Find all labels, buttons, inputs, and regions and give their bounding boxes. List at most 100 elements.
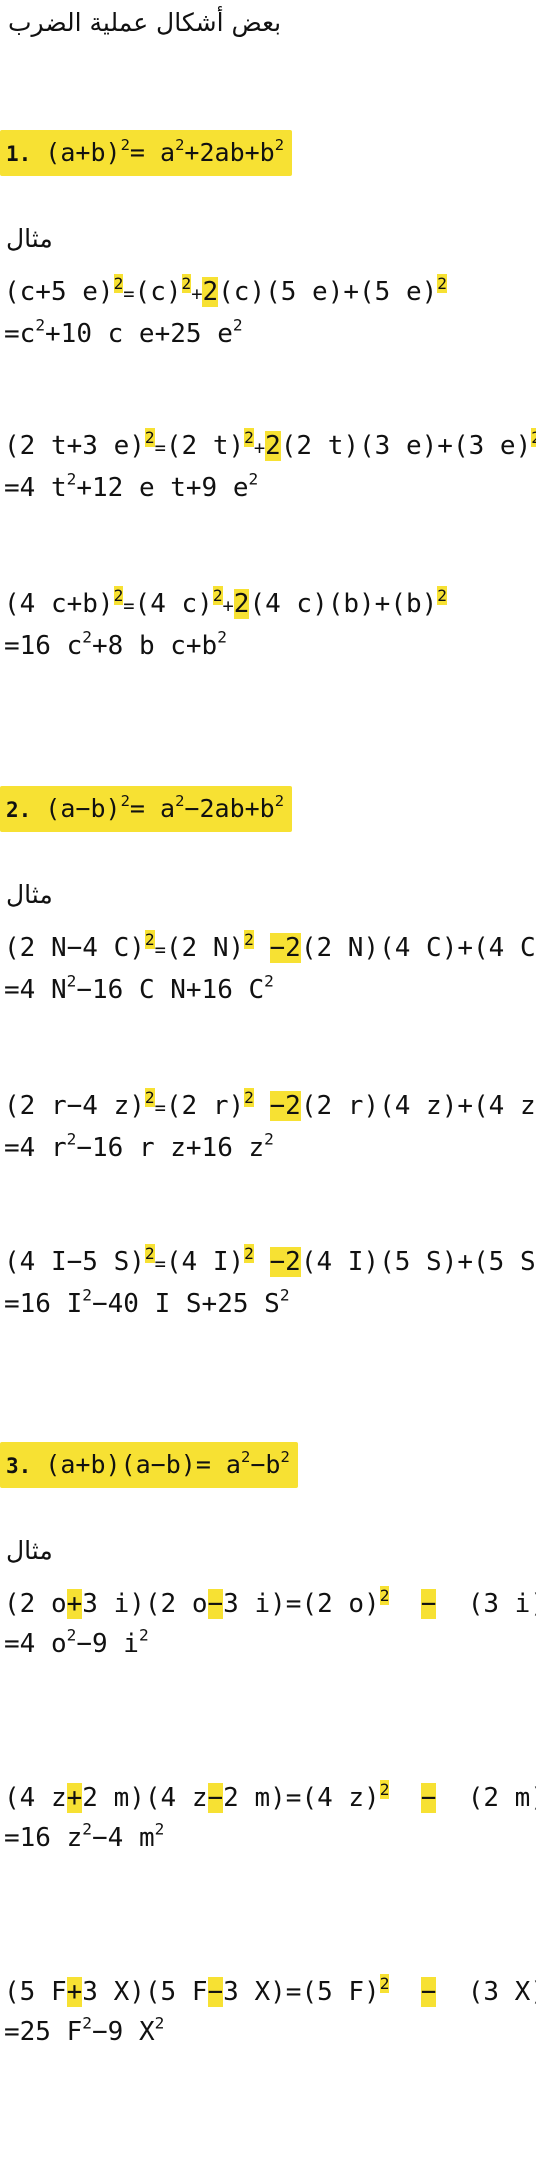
- example-result: =16 z2−4 m2: [4, 1819, 165, 1854]
- example-label: مثال: [6, 880, 53, 909]
- rule-rhs-b: −2ab+b: [184, 794, 275, 823]
- equals-sign: =: [129, 138, 161, 167]
- example-result: =16 I2−40 I S+25 S2: [4, 1285, 290, 1320]
- result-term: =4 t: [4, 473, 67, 503]
- eq-term: 2 m)=(4 z): [223, 1783, 380, 1813]
- example-equation: (2 N−4 C)2=(2 N)2 −2(2 N)(4 C)+(4 C)2: [4, 929, 536, 967]
- exponent: 2: [181, 273, 192, 293]
- eq-term: 3 X)=(5 F): [223, 1977, 380, 2007]
- minus-sign: −: [207, 1977, 224, 2007]
- exponent: 2: [279, 1285, 290, 1305]
- coefficient-two: 2: [202, 277, 219, 307]
- result-term: −9 X: [91, 2017, 155, 2047]
- minus-sign: −: [420, 1589, 437, 1619]
- eq-term: (4 z: [4, 1783, 67, 1813]
- result-term: =16 c: [4, 631, 83, 661]
- rule-lhs: (a+b): [45, 138, 121, 167]
- minus-sign: −: [207, 1783, 224, 1813]
- exponent: 2: [144, 929, 155, 949]
- exponent: 2: [379, 1585, 390, 1605]
- exponent: 2: [82, 1819, 92, 1839]
- eq-term: 2 m)(4 z: [82, 1783, 208, 1813]
- eq-term: (4 c)(b)+(b): [249, 589, 438, 619]
- exponent: 2: [274, 136, 285, 155]
- eq-term: (4 I)(5 S)+(5 S): [300, 1247, 536, 1277]
- equals-sign: =: [154, 940, 166, 961]
- exponent: 2: [240, 1448, 251, 1467]
- exponent: 2: [531, 427, 536, 447]
- exponent: 2: [217, 627, 227, 647]
- result-term: =4 o: [4, 1629, 67, 1659]
- eq-term: (c)(5 e)+(5 e): [218, 277, 438, 307]
- result-term: −4 m: [91, 1823, 155, 1853]
- rule-rhs-a: a: [160, 794, 176, 823]
- exponent: 2: [264, 971, 274, 991]
- example-result: =25 F2−9 X2: [4, 2015, 164, 2048]
- eq-term: (2 t): [165, 431, 245, 461]
- exponent: 2: [113, 273, 124, 293]
- exponent: 2: [113, 585, 124, 605]
- exponent: 2: [248, 469, 259, 489]
- plus-sign: +: [222, 596, 234, 617]
- result-term: −9 i: [76, 1629, 139, 1659]
- eq-term: (2 N−4 C): [4, 933, 145, 963]
- rule-rhs-a: a: [225, 1450, 241, 1479]
- eq-term: (2 r)(4 z)+(4 z): [300, 1091, 536, 1121]
- exponent: 2: [264, 1129, 274, 1149]
- exponent: 2: [274, 792, 285, 811]
- equals-sign: =: [154, 438, 166, 459]
- coefficient-two: 2: [233, 589, 250, 619]
- example-equation: (4 I−5 S)2=(4 I)2 −2(4 I)(5 S)+(5 S)2: [4, 1243, 536, 1281]
- exponent: 2: [244, 1087, 254, 1107]
- exponent: 2: [154, 1819, 165, 1839]
- result-term: =16 z: [4, 1823, 83, 1853]
- example-result: =c2+10 c e+25 e2: [4, 315, 243, 350]
- exponent: 2: [437, 585, 447, 605]
- eq-term: (2 N): [165, 933, 245, 963]
- exponent: 2: [144, 1087, 155, 1107]
- eq-term: (4 I−5 S): [4, 1247, 145, 1277]
- equals-sign: =: [123, 284, 135, 305]
- exponent: 2: [66, 1625, 77, 1645]
- minus-sign: −: [420, 1783, 437, 1813]
- result-term: −40 I S+25 S: [91, 1289, 280, 1319]
- example-equation: (2 t+3 e)2=(2 t)2+2(2 t)(3 e)+(3 e)2: [4, 427, 536, 465]
- result-term: =c: [4, 319, 36, 349]
- exponent: 2: [66, 1129, 77, 1149]
- eq-term: (4 I): [165, 1247, 245, 1277]
- example-equation: (4 z+2 m)(4 z−2 m)=(4 z)2 − (2 m)2: [4, 1779, 536, 1814]
- eq-term: (3 i): [467, 1589, 536, 1619]
- rule-rhs-b: −b: [250, 1450, 281, 1479]
- eq-term: (2 N)(4 C)+(4 C): [300, 933, 536, 963]
- eq-term: (2 m): [467, 1783, 536, 1813]
- eq-term: (4 c+b): [4, 589, 114, 619]
- result-term: −16 r z+16 z: [76, 1133, 265, 1163]
- example-result: =4 r2−16 r z+16 z2: [4, 1129, 274, 1164]
- minus-two-term: −2: [269, 1247, 301, 1277]
- minus-sign: −: [420, 1977, 437, 2007]
- result-term: =4 N: [4, 975, 67, 1005]
- rule-box-square-of-difference: 2. (a−b)2= a2−2ab+b2: [0, 786, 293, 832]
- eq-term: (4 c): [134, 589, 213, 619]
- exponent: 2: [66, 971, 77, 991]
- result-term: +8 b c+b: [91, 631, 218, 661]
- eq-term: (2 o: [4, 1589, 67, 1619]
- minus-sign: −: [207, 1589, 224, 1619]
- result-term: =25 F: [4, 2017, 83, 2047]
- exponent: 2: [120, 792, 130, 811]
- exponent: 2: [280, 1448, 290, 1467]
- exponent: 2: [82, 1285, 92, 1305]
- eq-term: (2 r): [165, 1091, 245, 1121]
- exponent: 2: [379, 1973, 390, 1993]
- exponent: 2: [82, 627, 92, 647]
- result-term: +12 e t+9 e: [76, 473, 249, 503]
- example-equation: (2 r−4 z)2=(2 r)2 −2(2 r)(4 z)+(4 z)2: [4, 1087, 536, 1125]
- exponent: 2: [244, 1243, 254, 1263]
- result-term: +10 c e+25 e: [45, 319, 233, 349]
- eq-term: (3 X): [467, 1977, 536, 2007]
- exponent: 2: [66, 469, 77, 489]
- exponent: 2: [244, 427, 254, 447]
- exponent: 2: [232, 315, 243, 335]
- eq-term: 3 i)=(2 o): [223, 1589, 380, 1619]
- example-label: مثال: [6, 224, 53, 253]
